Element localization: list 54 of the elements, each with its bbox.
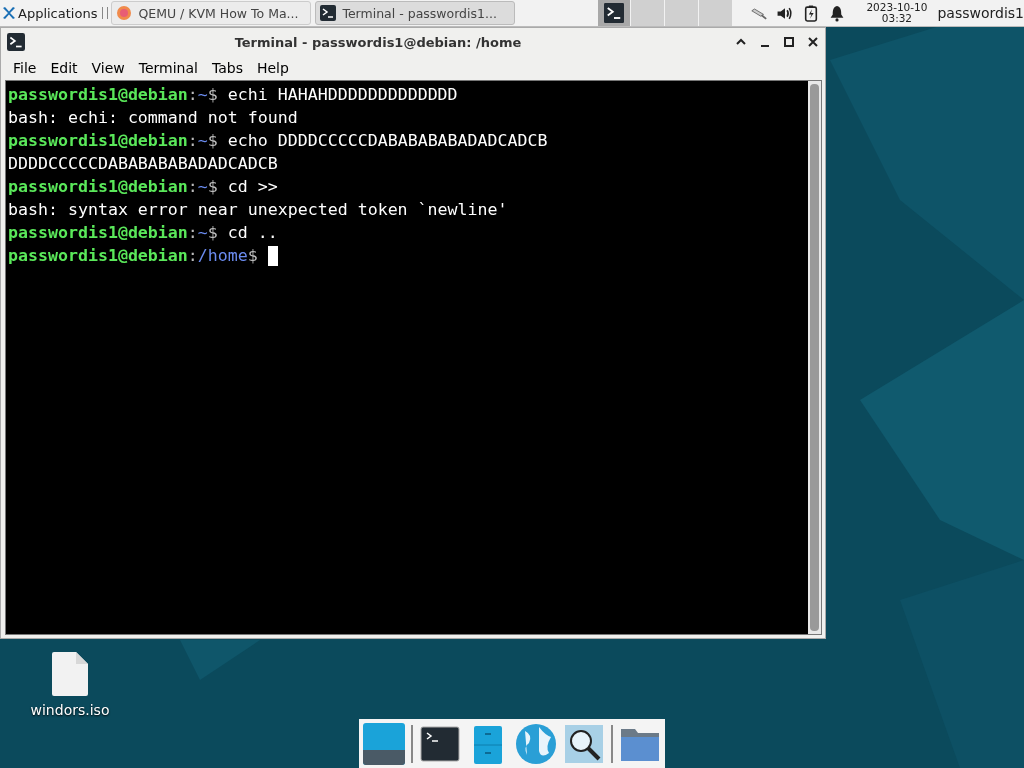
prompt-path: ~ [197, 84, 208, 106]
scrollbar[interactable] [808, 81, 821, 634]
prompt-sign: $ [207, 176, 218, 198]
prompt-colon: : [187, 245, 198, 267]
prompt-colon: : [187, 176, 198, 198]
workspace-button[interactable] [597, 0, 631, 26]
prompt-colon: : [187, 130, 198, 152]
menu-item[interactable]: View [84, 60, 132, 76]
terminal-icon [7, 33, 25, 51]
prompt-path: /home [197, 245, 248, 267]
command-text: cd .. [227, 222, 278, 244]
user-menu[interactable]: passwordis1 [937, 5, 1024, 21]
menu-item[interactable]: Tabs [204, 60, 250, 76]
output-text: bash: echi: command not found [8, 107, 298, 129]
search-icon[interactable] [563, 722, 605, 765]
taskbar-button[interactable]: Terminal - passwordis1... [315, 1, 516, 25]
prompt-user: passwordis1@debian [8, 222, 188, 244]
applications-menu[interactable]: Applications [0, 0, 100, 26]
command-text: cd >> [227, 176, 278, 198]
xfce-logo-icon [2, 6, 16, 20]
prompt-colon: : [187, 84, 198, 106]
prompt-path: ~ [197, 176, 208, 198]
prompt-user: passwordis1@debian [8, 176, 188, 198]
prompt-user: passwordis1@debian [8, 84, 188, 106]
output-text: DDDDCCCCCDABABABABADADCADCB [8, 153, 278, 175]
terminal-icon [320, 5, 337, 21]
prompt-sign: $ [207, 84, 218, 106]
menu-item[interactable]: Help [249, 60, 296, 76]
prompt-path: ~ [197, 130, 208, 152]
clock[interactable]: 2023-10-10 03:32 [866, 2, 928, 24]
prompt-colon: : [187, 222, 198, 244]
taskbar-button[interactable]: QEMU / KVM How To Ma... [111, 1, 312, 25]
file-label[interactable]: windors.iso [30, 702, 110, 718]
panel-handle-icon [102, 7, 109, 19]
close-button[interactable] [807, 36, 819, 48]
terminal-icon [604, 3, 625, 23]
prompt-sign: $ [207, 130, 218, 152]
command-text: echi HAHAHDDDDDDDDDDDDD [227, 84, 458, 106]
menu-item[interactable]: Terminal [131, 60, 205, 76]
menu-item[interactable]: File [6, 60, 44, 76]
prompt-sign: $ [247, 245, 258, 267]
globe-icon[interactable] [515, 722, 557, 765]
prompt-user: passwordis1@debian [8, 130, 188, 152]
browser-icon [116, 5, 133, 21]
menu-item[interactable]: Edit [43, 60, 85, 76]
command-text: echo DDDDCCCCCDABABABABADADCADCB [227, 130, 548, 152]
prompt-sign: $ [207, 222, 218, 244]
window-title: Terminal - passwordis1@debian: /home [233, 34, 523, 50]
file-icon[interactable] [52, 652, 88, 696]
show-desktop-icon[interactable] [363, 722, 405, 765]
maximize-button[interactable] [783, 36, 795, 48]
output-text: bash: syntax error near unexpected token `newline' [8, 199, 508, 221]
prompt-user: passwordis1@debian [8, 245, 188, 267]
prompt-path: ~ [197, 222, 208, 244]
